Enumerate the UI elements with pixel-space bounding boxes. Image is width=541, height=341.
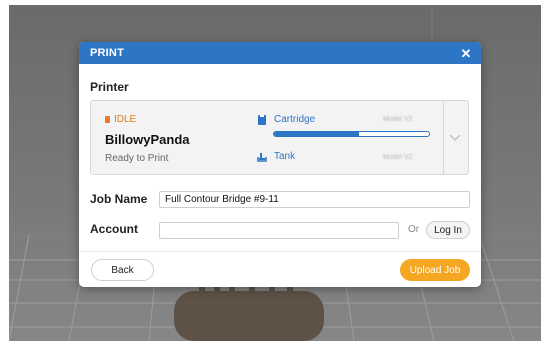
print-dialog: PRINT ✕ Printer IDLE BillowyPanda Ready … [79, 42, 481, 287]
cartridge-material: Model V2 [383, 116, 413, 123]
tank-material: Model V2 [383, 154, 413, 161]
printer-status: IDLE [105, 114, 136, 125]
job-name-input[interactable] [159, 191, 470, 208]
tank-label: Tank [274, 151, 296, 162]
printer-state: Ready to Print [105, 153, 169, 164]
tank-row: Tank [257, 151, 295, 162]
footer-divider [79, 251, 481, 252]
cartridge-label: Cartridge [274, 114, 316, 125]
account-label: Account [90, 222, 138, 236]
or-text: Or [408, 224, 420, 235]
printer-section-title: Printer [90, 80, 129, 94]
upload-job-button[interactable]: Upload Job [400, 259, 470, 281]
dialog-header: PRINT ✕ [79, 42, 481, 64]
account-input[interactable] [159, 222, 399, 239]
cartridge-row: Cartridge [257, 114, 315, 125]
printer-selector[interactable]: IDLE BillowyPanda Ready to Print Cartrid… [90, 100, 469, 175]
cartridge-icon [258, 114, 266, 125]
cartridge-level-bar [273, 131, 430, 137]
printer-name: BillowyPanda [105, 132, 190, 147]
close-icon[interactable]: ✕ [459, 47, 473, 60]
back-button[interactable]: Back [91, 259, 154, 281]
chevron-down-icon[interactable] [448, 132, 462, 142]
log-in-button[interactable]: Log In [426, 221, 470, 239]
dialog-title: PRINT [90, 47, 124, 59]
status-label: IDLE [114, 114, 137, 125]
status-icon [105, 116, 110, 123]
tank-icon [257, 152, 267, 162]
cartridge-level-fill [274, 132, 360, 136]
card-divider [443, 101, 444, 174]
job-name-label: Job Name [90, 192, 148, 206]
